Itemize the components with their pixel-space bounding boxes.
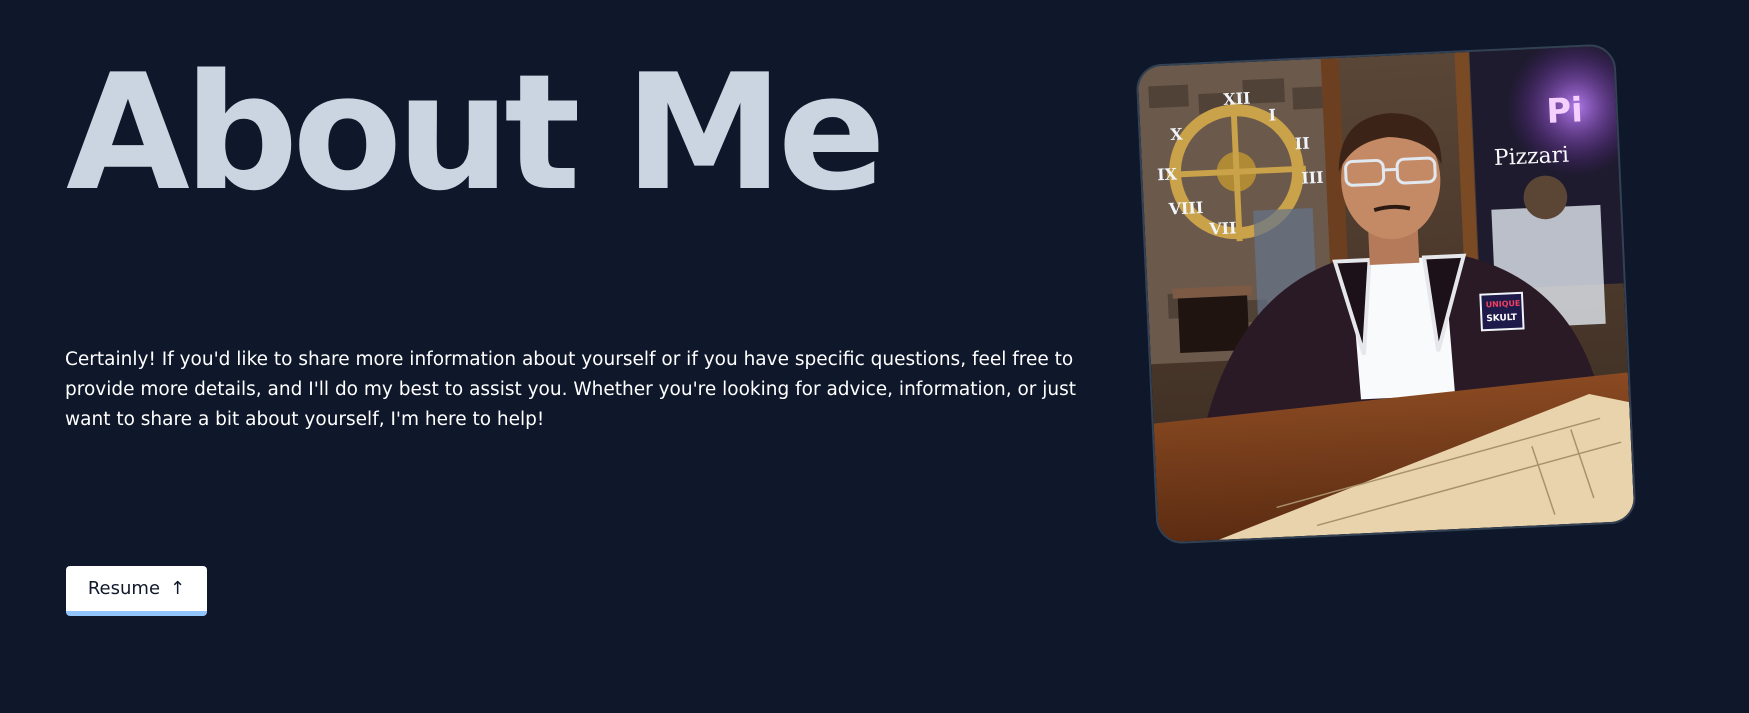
svg-text:VII: VII: [1208, 218, 1237, 238]
page-title: About Me: [66, 39, 886, 226]
about-description: Certainly! If you'd like to share more i…: [65, 349, 1077, 430]
svg-text:VIII: VIII: [1167, 198, 1203, 219]
profile-photo-illustration: Pi Pizzari XIII IIIII XIX VIIIVII UNIQUE…: [1137, 45, 1635, 543]
profile-photo: Pi Pizzari XII I II III X IX VIII VII UNIQUE…: [1135, 43, 1637, 545]
neon-sign-letters: Pi: [1546, 90, 1584, 131]
svg-text:III: III: [1301, 168, 1324, 188]
badge-line-2: SKULT: [1486, 313, 1518, 324]
pizzeria-sign: Pizzari: [1493, 143, 1569, 171]
svg-text:XII: XII: [1223, 89, 1251, 109]
badge-line-1: UNIQUE: [1486, 299, 1521, 310]
resume-button[interactable]: Resume ↑: [66, 566, 207, 616]
svg-text:II: II: [1294, 134, 1310, 154]
svg-text:I: I: [1268, 105, 1276, 124]
svg-text:IX: IX: [1157, 164, 1178, 184]
resume-button-label: Resume: [87, 578, 161, 599]
svg-text:X: X: [1170, 124, 1184, 144]
arrow-up-icon: ↑: [170, 577, 186, 599]
